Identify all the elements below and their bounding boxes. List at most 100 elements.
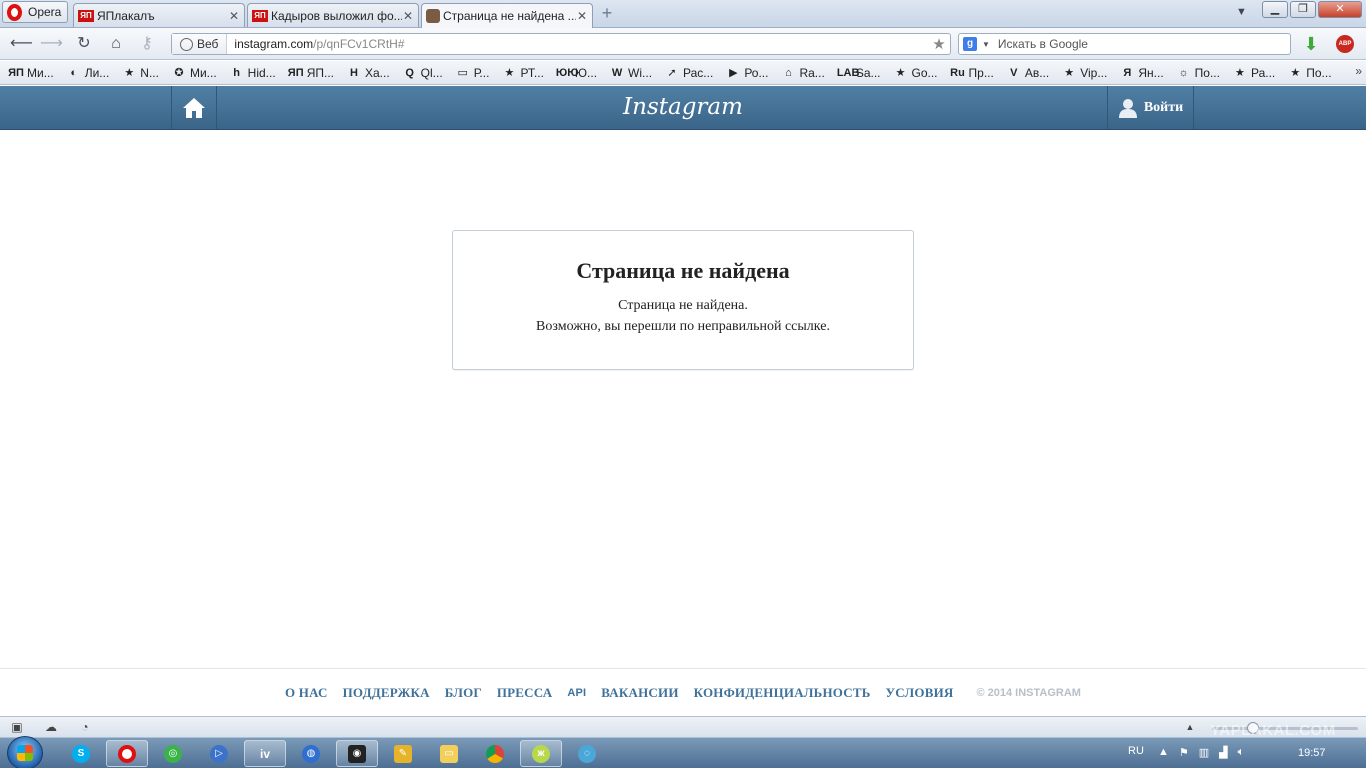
- bookmark-item[interactable]: ▭ Р...: [455, 66, 489, 80]
- cloud-icon[interactable]: ☁: [43, 720, 59, 734]
- bookmark-item[interactable]: Q Ql...: [402, 65, 443, 80]
- bookmark-item[interactable]: ★ По...: [1287, 66, 1331, 80]
- bookmark-item[interactable]: h Hid...: [229, 66, 275, 80]
- start-button[interactable]: [7, 736, 43, 768]
- bookmark-item[interactable]: ➚ Рас...: [664, 66, 713, 80]
- chevron-down-icon[interactable]: ▼: [982, 40, 990, 49]
- ivi-taskbar-button[interactable]: iv: [244, 740, 286, 767]
- login-label: Войти: [1143, 99, 1184, 115]
- bookmark-item[interactable]: ЮЮ Ю...: [556, 66, 597, 80]
- minimize-button[interactable]: ▁: [1262, 1, 1288, 18]
- icq-icon: ◎: [164, 744, 182, 763]
- volume-icon[interactable]: 🔈︎: [1238, 746, 1245, 759]
- footer-link-support[interactable]: ПОДДЕРЖКА: [343, 685, 430, 701]
- bookmark-icon: ★: [1290, 67, 1301, 79]
- window-close-button[interactable]: ✕: [1318, 1, 1362, 18]
- globe-app-taskbar-button[interactable]: ◍: [290, 740, 332, 767]
- home-button[interactable]: [171, 86, 217, 129]
- panel-toggle-icon[interactable]: ▣: [9, 720, 25, 734]
- footer-link-jobs[interactable]: ВАКАНСИИ: [601, 685, 678, 701]
- bookmark-item[interactable]: ▶ Ро...: [725, 66, 768, 80]
- bookmark-item[interactable]: ★ Vip...: [1061, 66, 1107, 80]
- download-arrow-icon[interactable]: ⬇: [1300, 34, 1322, 54]
- bookmark-item[interactable]: ★ Ра...: [1232, 66, 1275, 80]
- home-icon: [183, 97, 205, 118]
- tab-yaplakal[interactable]: ЯП ЯПлакалъ ✕: [73, 3, 245, 27]
- opera-menu-button[interactable]: Opera: [2, 1, 68, 23]
- explorer-taskbar-button[interactable]: ▭: [428, 740, 470, 767]
- home-icon[interactable]: ⌂: [106, 34, 126, 54]
- footer-link-api[interactable]: API: [567, 687, 586, 699]
- bookmark-label: Ql...: [420, 65, 443, 80]
- key-icon[interactable]: ⚷: [137, 34, 157, 54]
- footer-link-about[interactable]: О НАС: [285, 685, 328, 701]
- tab-instagram-active[interactable]: Страница не найдена ... ✕: [421, 3, 593, 28]
- footer-link-press[interactable]: ПРЕССА: [497, 685, 552, 701]
- chevron-up-icon[interactable]: ▲: [1182, 720, 1198, 734]
- bookmark-item[interactable]: V Ав...: [1006, 66, 1049, 80]
- bookmark-item[interactable]: ⌂ Ra...: [780, 66, 825, 80]
- tab-close-icon[interactable]: ✕: [402, 9, 414, 23]
- bookmark-item[interactable]: ✪ Ми...: [171, 66, 216, 80]
- search-field[interactable]: g ▼ Искать в Google: [958, 33, 1291, 55]
- chrome-taskbar-button[interactable]: [474, 740, 516, 767]
- butterfly-app-taskbar-button[interactable]: ж: [520, 740, 562, 767]
- tab-list-chevron-down-icon[interactable]: ▼: [1236, 6, 1247, 18]
- speedometer-icon[interactable]: ◔: [77, 720, 93, 734]
- icq-taskbar-button[interactable]: ◎: [152, 740, 194, 767]
- tray-expand-icon[interactable]: ▲: [1158, 746, 1169, 759]
- forward-arrow-icon[interactable]: ⟶: [40, 34, 63, 54]
- skype-taskbar-button[interactable]: S: [60, 740, 102, 767]
- opera-taskbar-button[interactable]: [106, 740, 148, 767]
- address-bar[interactable]: Веб instagram.com/p/qnFCv1CRtH# ★: [171, 33, 951, 55]
- bookmark-icon: ★: [504, 67, 515, 79]
- bookmark-label: Ро...: [744, 65, 769, 80]
- photo-app-taskbar-button[interactable]: ◉: [336, 740, 378, 767]
- yaplakal-favicon-icon: ЯП: [252, 9, 268, 22]
- login-button[interactable]: Войти: [1107, 86, 1194, 129]
- network-app-taskbar-button[interactable]: ◌: [566, 740, 608, 767]
- page-content: Страница не найдена Страница не найдена.…: [0, 131, 1366, 667]
- bookmark-star-icon[interactable]: ★: [928, 35, 950, 53]
- google-icon[interactable]: g: [963, 37, 977, 51]
- bookmark-item[interactable]: Я Ян...: [1119, 66, 1163, 80]
- clock[interactable]: 19:57: [1298, 747, 1326, 759]
- bookmark-item[interactable]: ★ N...: [121, 66, 159, 80]
- site-info-button[interactable]: Веб: [172, 34, 228, 54]
- url-input[interactable]: instagram.com/p/qnFCv1CRtH#: [227, 37, 928, 51]
- media-player-taskbar-button[interactable]: ▷: [198, 740, 240, 767]
- ticket-app-taskbar-button[interactable]: ✎: [382, 740, 424, 767]
- user-icon: [1118, 98, 1137, 118]
- adblock-plus-icon[interactable]: ABP: [1336, 35, 1354, 53]
- signal-icon[interactable]: ▟: [1219, 746, 1227, 759]
- bookmark-item[interactable]: ◐ Ли...: [66, 66, 109, 80]
- restore-button[interactable]: ❐: [1290, 1, 1316, 18]
- bookmark-item[interactable]: LAB Sa...: [837, 66, 881, 80]
- network-icon[interactable]: ▥: [1199, 746, 1209, 759]
- footer-link-terms[interactable]: УСЛОВИЯ: [886, 685, 954, 701]
- player-icon: ▷: [210, 744, 228, 763]
- bookmark-label: ЯП...: [306, 65, 334, 80]
- instagram-logo[interactable]: Instagram: [560, 94, 806, 120]
- tab-close-icon[interactable]: ✕: [576, 9, 588, 23]
- opera-menu-label: Opera: [28, 5, 62, 19]
- bookmark-item[interactable]: ★ РТ...: [501, 66, 544, 80]
- bookmark-item[interactable]: ЯП ЯП...: [288, 66, 334, 80]
- bookmark-item[interactable]: Ru Пр...: [950, 66, 994, 80]
- bookmark-item[interactable]: H Ха...: [346, 66, 390, 80]
- footer-link-blog[interactable]: БЛОГ: [445, 685, 482, 701]
- tab-kadyrov[interactable]: ЯП Кадыров выложил фо... ✕: [247, 3, 419, 27]
- back-arrow-icon[interactable]: ⟵: [10, 34, 33, 54]
- bookmark-item[interactable]: W Wi...: [609, 66, 652, 80]
- language-indicator[interactable]: RU: [1128, 745, 1144, 757]
- tab-close-icon[interactable]: ✕: [228, 9, 240, 23]
- bookmark-item[interactable]: ★ Go...: [893, 66, 938, 80]
- bookmark-item[interactable]: ЯП Ми...: [8, 66, 54, 80]
- tab-title: Кадыров выложил фо...: [271, 8, 402, 23]
- footer-link-privacy[interactable]: КОНФИДЕНЦИАЛЬНОСТЬ: [694, 685, 871, 701]
- new-tab-button[interactable]: +: [598, 4, 616, 22]
- bookmarks-overflow-button[interactable]: »: [1355, 64, 1362, 78]
- bookmark-item[interactable]: ☼ По...: [1176, 66, 1220, 80]
- reload-icon[interactable]: ↻: [74, 34, 94, 54]
- flag-icon[interactable]: ⚑: [1179, 746, 1189, 759]
